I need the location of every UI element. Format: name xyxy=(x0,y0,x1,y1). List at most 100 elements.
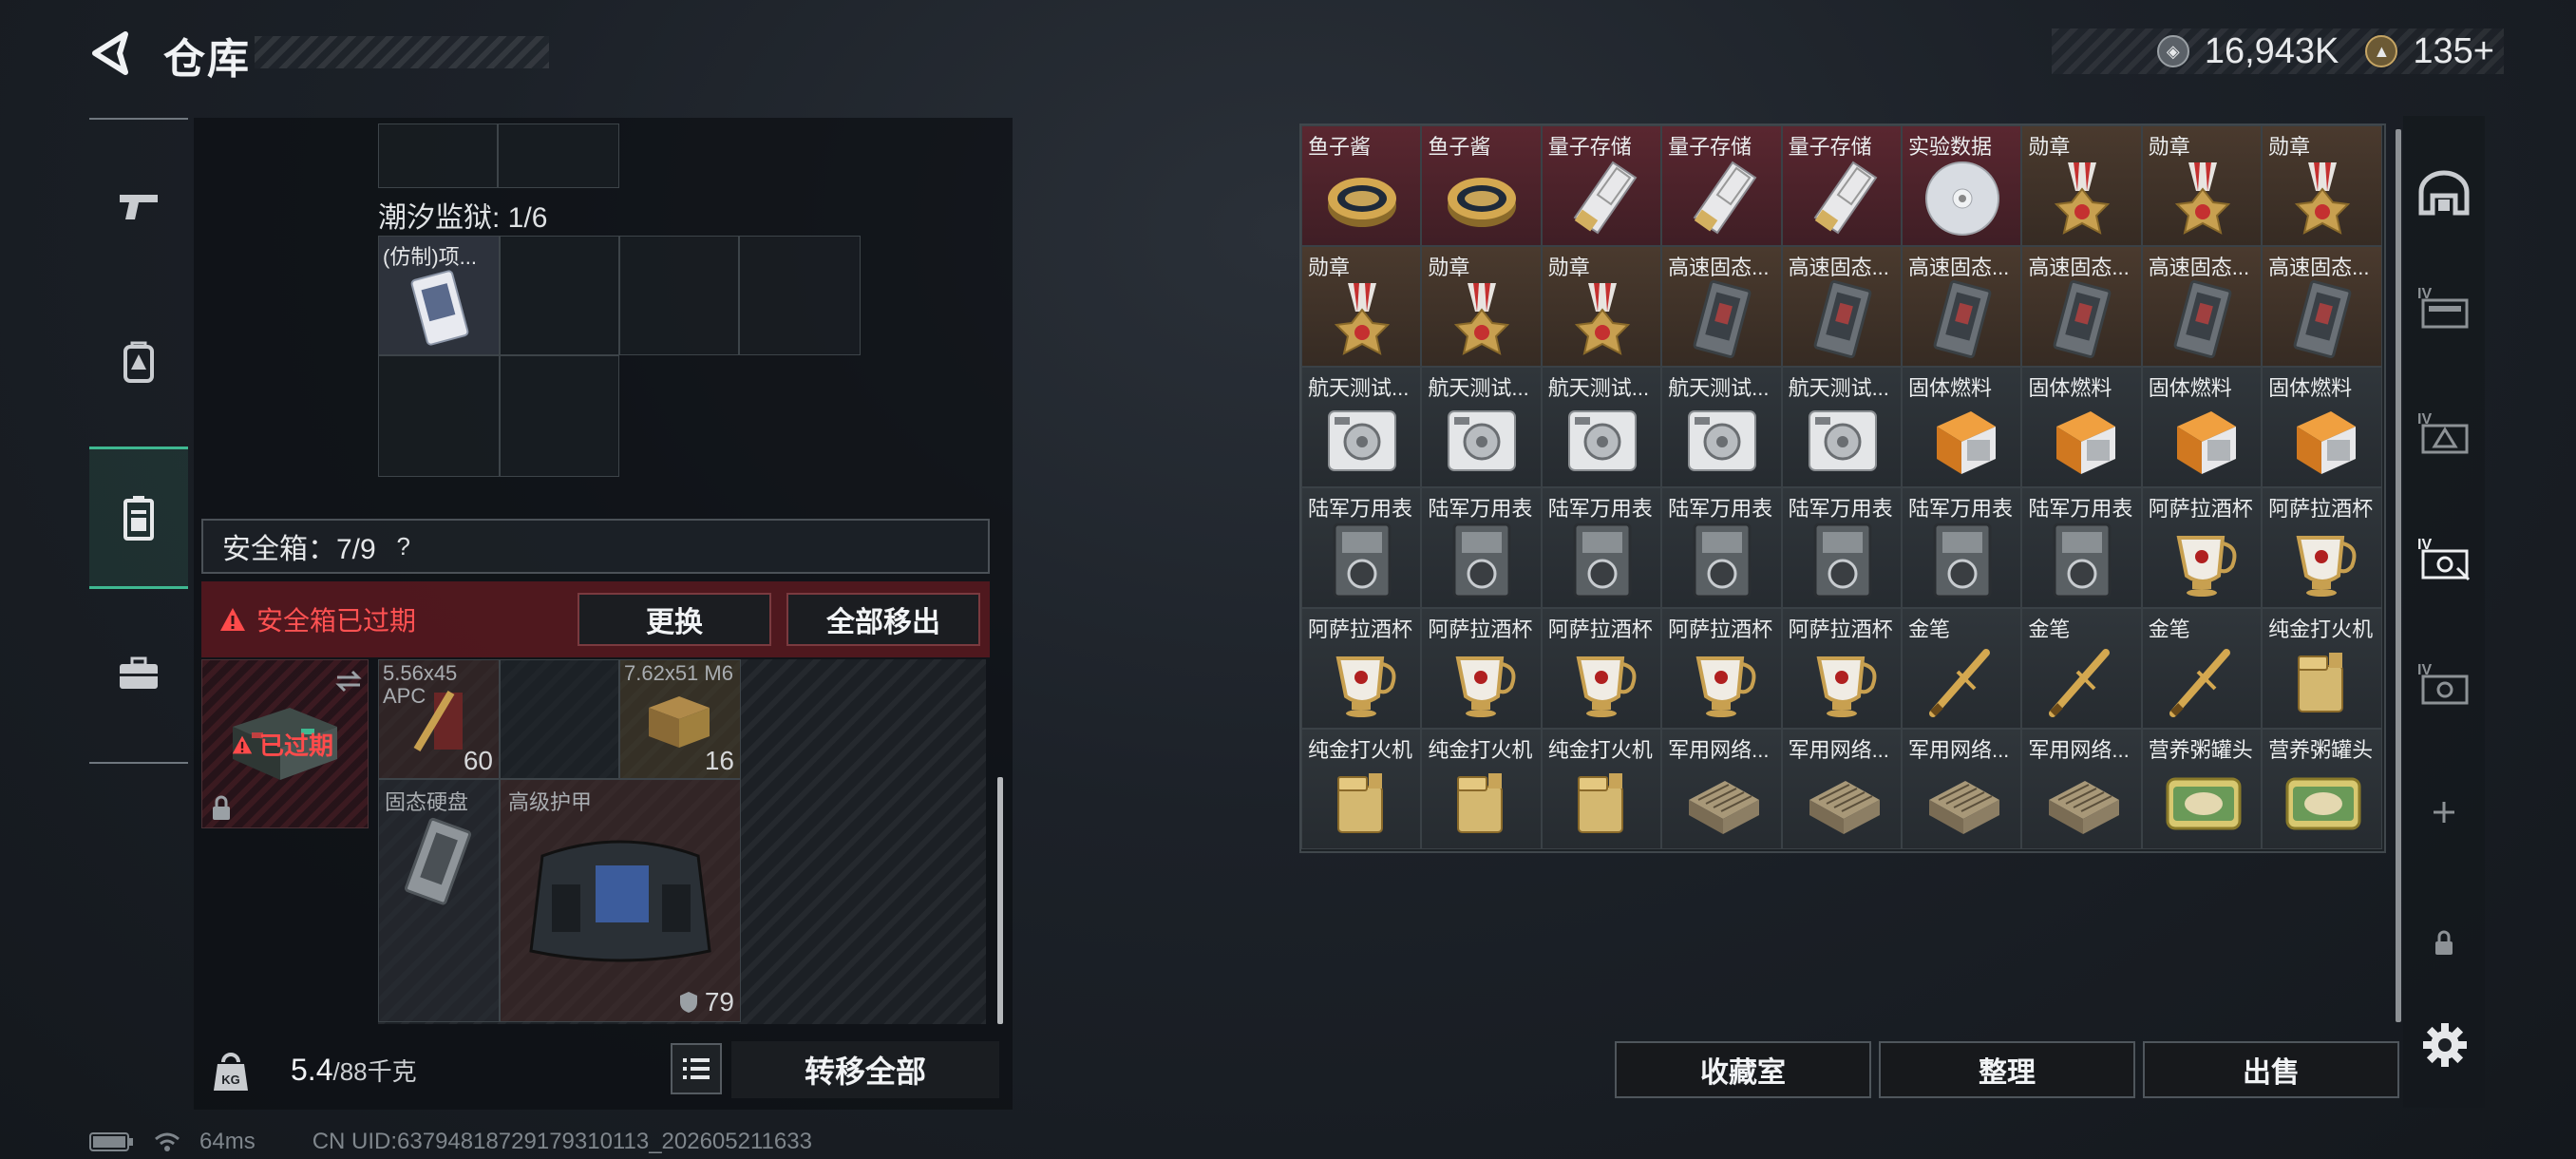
ammo-556-slot[interactable]: 5.56x45 APC 60 xyxy=(378,659,500,779)
nav-vault[interactable] xyxy=(2413,162,2475,224)
item-slot[interactable]: 勋章 xyxy=(1301,246,1422,367)
ammo-762-slot[interactable]: 7.62x51 M6 16 xyxy=(619,659,741,779)
item-slot[interactable]: 军用网络... xyxy=(1781,729,1902,849)
item-name: 营养粥罐头 xyxy=(2148,738,2253,762)
item-slot[interactable]: 高速固态... xyxy=(2021,246,2142,367)
swap-icon[interactable] xyxy=(333,668,364,694)
item-slot[interactable]: 阿萨拉酒杯 xyxy=(2262,487,2382,608)
safebox-item-slot[interactable]: 已过期 xyxy=(201,659,369,828)
item-slot[interactable]: 阿萨拉酒杯 xyxy=(1301,608,1422,729)
item-slot[interactable]: 高速固态... xyxy=(1901,246,2022,367)
nav-weapons[interactable] xyxy=(89,135,188,277)
item-slot[interactable]: 固体燃料 xyxy=(2262,367,2382,487)
back-button[interactable] xyxy=(87,28,137,78)
nav-storage-iv-4[interactable]: IV xyxy=(2413,652,2475,714)
status-bar: 64ms CN UID:6379481872917931011​3_202605… xyxy=(89,1129,812,1155)
sell-button[interactable]: 出售 xyxy=(2143,1041,2399,1098)
item-name: 陆军万用表 xyxy=(1547,497,1653,521)
item-slot[interactable]: 实验数据 xyxy=(1901,125,2022,246)
item-slot[interactable]: 金笔 xyxy=(2021,608,2142,729)
item-slot[interactable]: 固体燃料 xyxy=(1901,367,2022,487)
nav-storage-iv-2[interactable]: IV xyxy=(2413,401,2475,464)
nav-backpack[interactable] xyxy=(89,291,188,433)
item-slot[interactable]: 勋章 xyxy=(1421,246,1542,367)
replace-button[interactable]: 更换 xyxy=(578,593,771,646)
item-slot[interactable]: 陆军万用表 xyxy=(1421,487,1542,608)
gold-coin-icon: ▲ xyxy=(2365,35,2398,67)
item-slot[interactable]: 量子存储 xyxy=(1541,125,1662,246)
item-slot[interactable]: 固体燃料 xyxy=(2021,367,2142,487)
nav-storage-iv-3[interactable]: IV xyxy=(2413,526,2475,589)
item-slot[interactable]: 勋章 xyxy=(2021,125,2142,246)
item-slot[interactable]: 陆军万用表 xyxy=(1541,487,1662,608)
item-slot[interactable]: 军用网络... xyxy=(1901,729,2022,849)
item-slot[interactable]: 固体燃料 xyxy=(2141,367,2263,487)
nav-add-storage[interactable] xyxy=(2413,781,2475,844)
item-slot[interactable]: 陆军万用表 xyxy=(1781,487,1902,608)
item-slot[interactable]: 军用网络... xyxy=(1661,729,1782,849)
item-slot[interactable]: 纯金打火机 xyxy=(1301,729,1422,849)
item-slot[interactable]: 高速固态... xyxy=(2262,246,2382,367)
item-slot[interactable]: 高速固态... xyxy=(1781,246,1902,367)
item-slot[interactable]: 鱼子酱 xyxy=(1421,125,1542,246)
grid-cell[interactable] xyxy=(378,124,498,188)
item-slot[interactable]: 纯金打火机 xyxy=(2262,608,2382,729)
medal-item-icon xyxy=(1560,277,1645,359)
grid-cell[interactable] xyxy=(619,236,739,355)
nav-safebox[interactable] xyxy=(89,446,188,589)
nav-case[interactable] xyxy=(89,602,188,745)
item-slot[interactable]: 阿萨拉酒杯 xyxy=(1541,608,1662,729)
grid-cell[interactable] xyxy=(500,659,619,779)
ssd-slot[interactable]: 固态硬盘 xyxy=(378,779,500,1022)
item-slot[interactable]: 航天测试... xyxy=(1781,367,1902,487)
item-slot[interactable]: 金笔 xyxy=(2141,608,2263,729)
item-slot[interactable]: 航天测试... xyxy=(1541,367,1662,487)
item-slot[interactable]: 勋章 xyxy=(1541,246,1662,367)
item-slot[interactable]: 纯金打火机 xyxy=(1421,729,1542,849)
item-slot[interactable]: 量子存储 xyxy=(1781,125,1902,246)
item-slot[interactable]: 勋章 xyxy=(2141,125,2263,246)
grid-cell[interactable] xyxy=(739,236,861,355)
item-slot[interactable]: 航天测试... xyxy=(1661,367,1782,487)
nav-locked-storage[interactable] xyxy=(2413,912,2475,975)
item-slot[interactable]: 鱼子酱 xyxy=(1301,125,1422,246)
collection-room-button[interactable]: 收藏室 xyxy=(1615,1041,1871,1098)
item-slot[interactable]: 航天测试... xyxy=(1421,367,1542,487)
sort-button[interactable]: 整理 xyxy=(1879,1041,2135,1098)
grid-cell[interactable] xyxy=(500,236,619,355)
item-slot[interactable]: 陆军万用表 xyxy=(2021,487,2142,608)
right-scrollbar[interactable] xyxy=(2396,129,2401,1022)
item-slot[interactable]: 量子存储 xyxy=(1661,125,1782,246)
item-slot[interactable]: 营养粥罐头 xyxy=(2141,729,2263,849)
move-all-out-button[interactable]: 全部移出 xyxy=(786,593,980,646)
item-slot[interactable]: 高速固态... xyxy=(2141,246,2263,367)
item-slot[interactable]: 军用网络... xyxy=(2021,729,2142,849)
grid-cell[interactable] xyxy=(378,355,500,477)
grid-cell[interactable] xyxy=(498,124,619,188)
storage-iv-2-icon: IV xyxy=(2417,411,2469,454)
item-slot[interactable]: 陆军万用表 xyxy=(1301,487,1422,608)
item-slot[interactable]: 纯金打火机 xyxy=(1541,729,1662,849)
item-slot[interactable]: 阿萨拉酒杯 xyxy=(2141,487,2263,608)
settings-button[interactable] xyxy=(2418,1018,2472,1072)
item-slot[interactable]: 营养粥罐头 xyxy=(2262,729,2382,849)
left-scrollbar[interactable] xyxy=(997,777,1003,1024)
item-slot[interactable]: 阿萨拉酒杯 xyxy=(1421,608,1542,729)
nav-storage-iv-1[interactable]: IV xyxy=(2413,276,2475,338)
armor-slot[interactable]: 高级护甲 79 xyxy=(500,779,741,1022)
tester-item-icon xyxy=(1439,398,1525,480)
multimeter-item-icon xyxy=(2039,519,2125,600)
item-slot[interactable]: 航天测试... xyxy=(1301,367,1422,487)
item-slot[interactable]: 阿萨拉酒杯 xyxy=(1781,608,1902,729)
item-slot[interactable]: 陆军万用表 xyxy=(1901,487,2022,608)
help-icon[interactable]: ? xyxy=(388,530,420,562)
item-slot[interactable]: 金笔 xyxy=(1901,608,2022,729)
item-slot[interactable]: 高速固态... xyxy=(1661,246,1782,367)
tide-item-slot[interactable]: (仿制)项... xyxy=(378,236,500,355)
transfer-all-button[interactable]: 转移全部 xyxy=(731,1041,999,1098)
list-view-button[interactable] xyxy=(671,1043,722,1094)
item-slot[interactable]: 陆军万用表 xyxy=(1661,487,1782,608)
item-slot[interactable]: 阿萨拉酒杯 xyxy=(1661,608,1782,729)
grid-cell[interactable] xyxy=(500,355,619,477)
item-slot[interactable]: 勋章 xyxy=(2262,125,2382,246)
